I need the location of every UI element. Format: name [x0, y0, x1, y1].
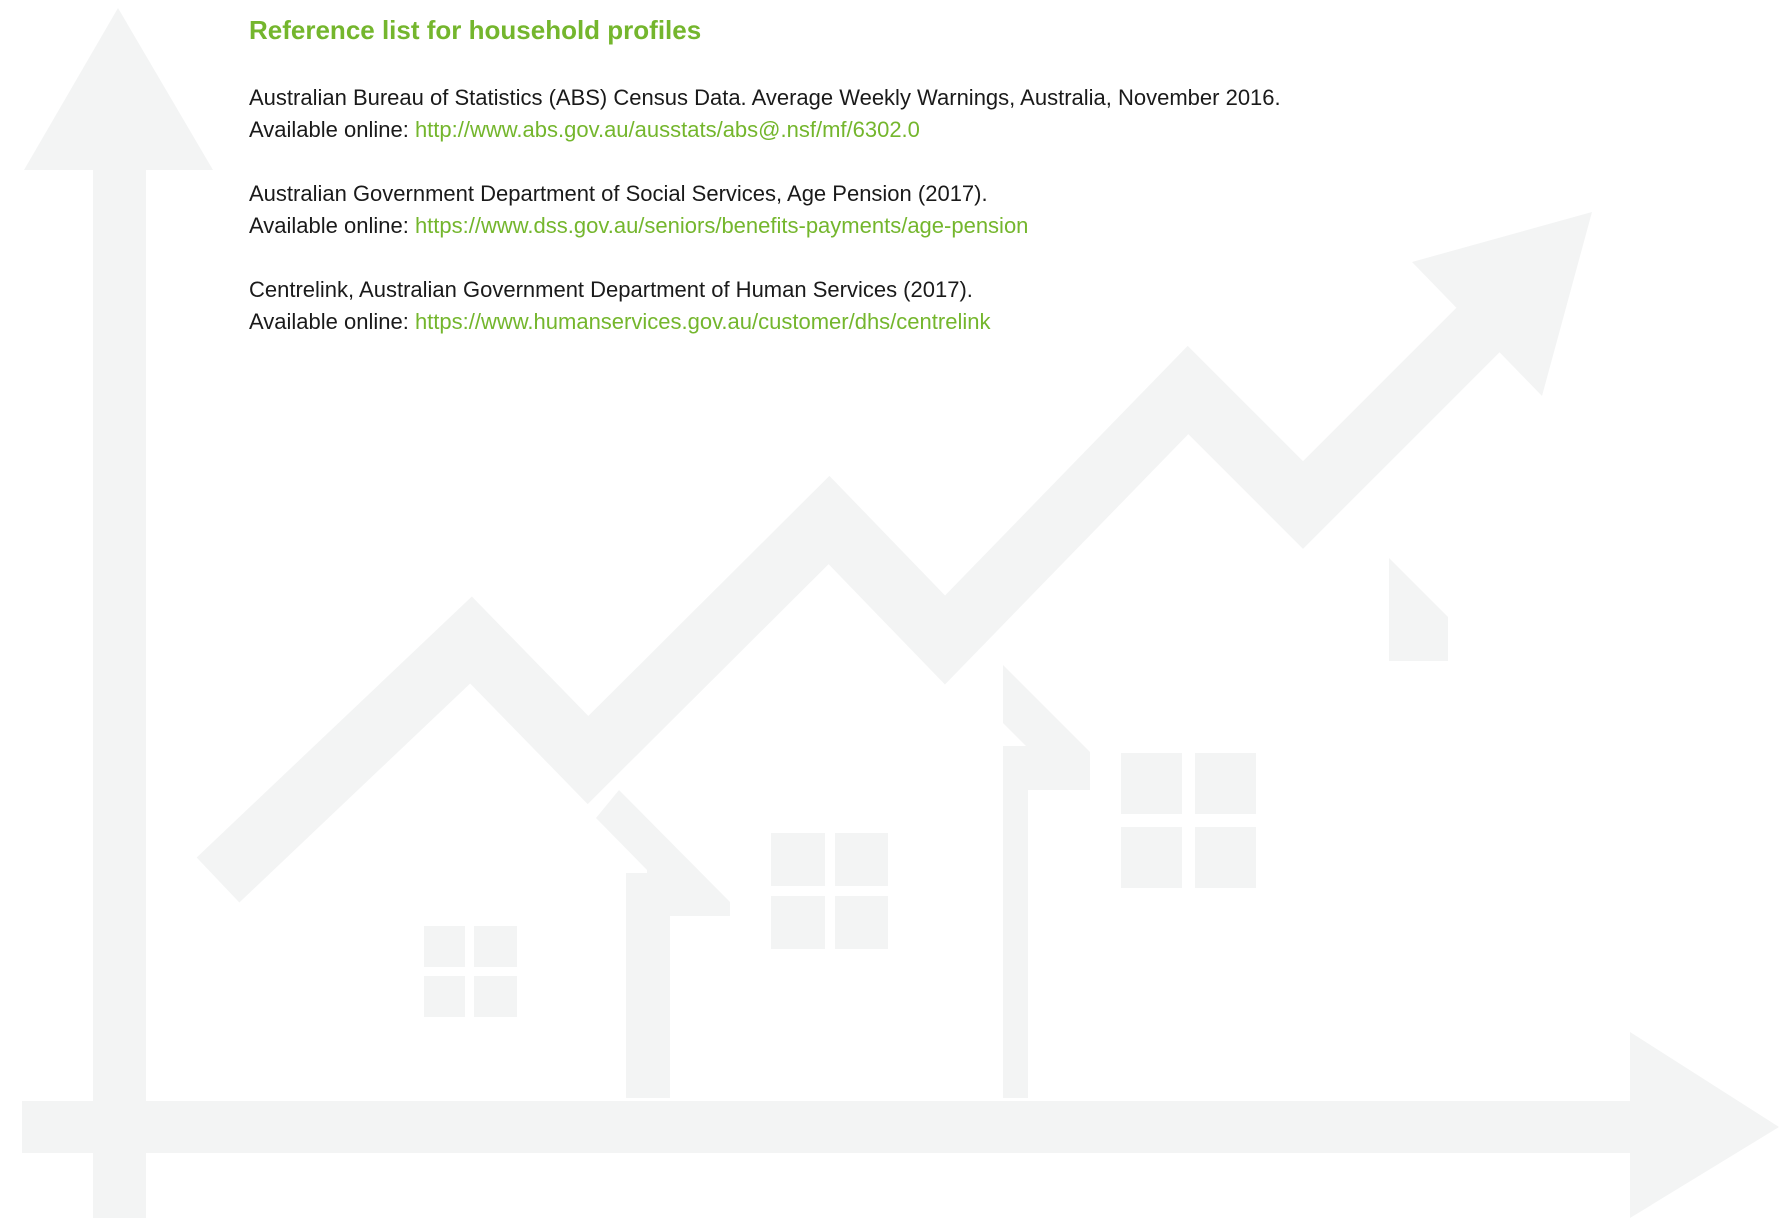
reference-citation: Centrelink, Australian Government Depart…: [249, 277, 973, 302]
reference-link-dss[interactable]: https://www.dss.gov.au/seniors/benefits-…: [415, 213, 1028, 238]
y-axis-line: [93, 160, 146, 1218]
window-house-3: [1121, 753, 1256, 888]
trend-line: [196, 296, 1512, 903]
reference-availability: Available online: https://www.dss.gov.au…: [249, 210, 1649, 242]
reference-link-centrelink[interactable]: https://www.humanservices.gov.au/custome…: [415, 309, 991, 334]
reference-link-abs[interactable]: http://www.abs.gov.au/ausstats/abs@.nsf/…: [415, 117, 920, 142]
wall-left: [626, 873, 670, 1098]
reference-citation: Australian Bureau of Statistics (ABS) Ce…: [249, 85, 1281, 110]
window-house-1: [424, 926, 517, 1017]
reference-item-centrelink: Centrelink, Australian Government Depart…: [249, 274, 1649, 338]
page-title: Reference list for household profiles: [249, 15, 702, 45]
reference-availability: Available online: http://www.abs.gov.au/…: [249, 114, 1649, 146]
window-house-2: [771, 833, 888, 949]
reference-list: Reference list for household profiles Au…: [249, 14, 1649, 338]
reference-citation: Australian Government Department of Soci…: [249, 181, 988, 206]
available-online-label: Available online:: [249, 117, 415, 142]
reference-item-abs: Australian Bureau of Statistics (ABS) Ce…: [249, 82, 1649, 146]
y-axis-arrowhead: [24, 8, 213, 170]
reference-availability: Available online: https://www.humanservi…: [249, 306, 1649, 338]
reference-item-dss: Australian Government Department of Soci…: [249, 178, 1649, 242]
chimney-right: [1389, 558, 1448, 661]
wall-middle: [1003, 746, 1028, 1098]
x-axis-line: [22, 1101, 1642, 1153]
x-axis-arrowhead: [1630, 1032, 1779, 1218]
available-online-label: Available online:: [249, 309, 415, 334]
available-online-label: Available online:: [249, 213, 415, 238]
